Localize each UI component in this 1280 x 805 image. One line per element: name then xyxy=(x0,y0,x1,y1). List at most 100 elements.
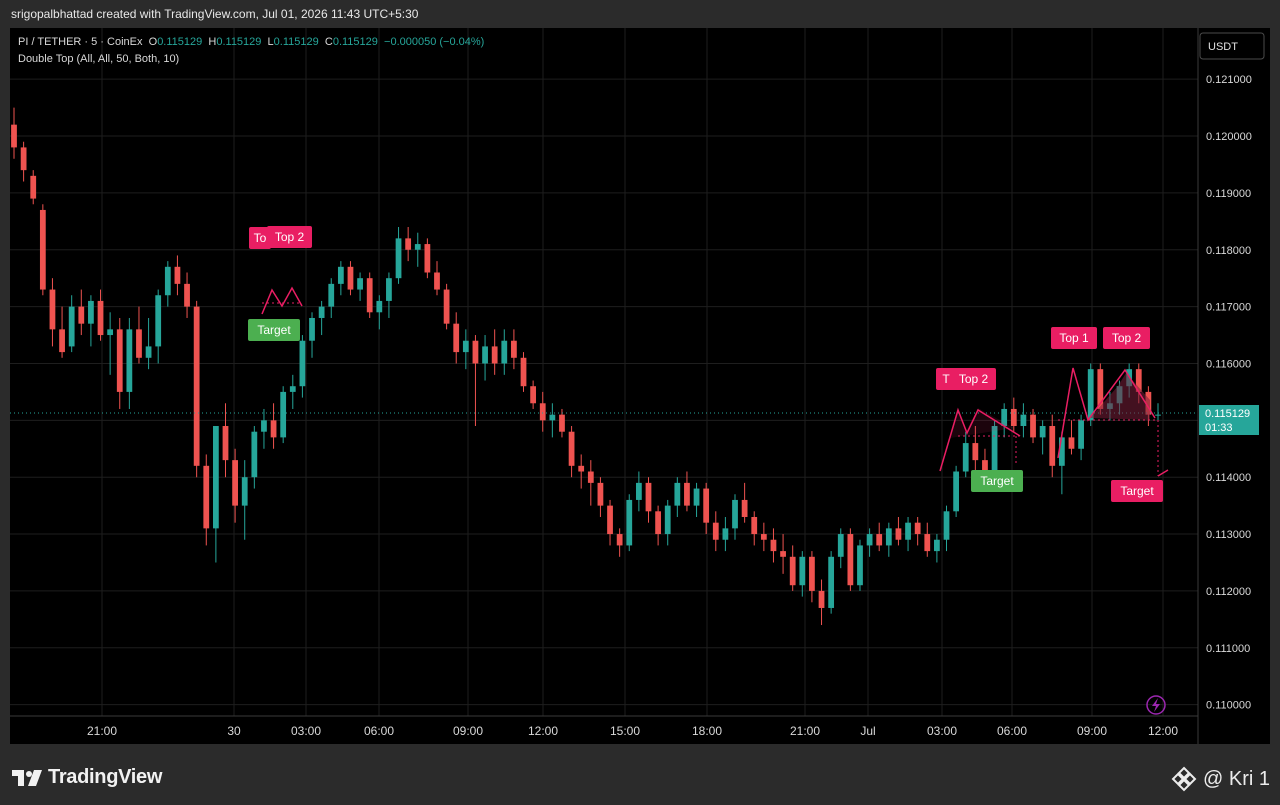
candle-body xyxy=(251,431,258,478)
candle-body xyxy=(1068,437,1075,449)
pattern-1-line xyxy=(261,286,303,315)
candle-body xyxy=(462,340,469,353)
open-label: O xyxy=(148,36,158,48)
candle-body xyxy=(1058,437,1065,466)
candle-body xyxy=(155,295,162,347)
candle-body xyxy=(434,272,440,290)
candle-body xyxy=(20,147,27,171)
candle-body xyxy=(395,238,402,279)
candle-body xyxy=(386,278,392,301)
price-tick-label: 0.116000 xyxy=(1206,358,1251,370)
candle-body xyxy=(857,545,863,586)
candle-body xyxy=(1155,414,1161,416)
pattern-2-target-label: Target xyxy=(980,474,1014,488)
price-tick-label: 0.110000 xyxy=(1206,700,1251,712)
candle-body xyxy=(626,499,633,546)
candle-body xyxy=(203,465,210,529)
candle-body xyxy=(270,420,277,438)
candle-body xyxy=(876,534,883,546)
attribution-bar: srigopalbhattad created with TradingView… xyxy=(0,0,1280,28)
pattern-2-top2-label: Top 2 xyxy=(959,372,989,386)
candle-body xyxy=(712,522,719,540)
last-price-countdown: 01:33 xyxy=(1205,422,1233,434)
candle-body xyxy=(366,278,373,313)
diamond-logo-icon xyxy=(1171,766,1197,792)
candle-body xyxy=(1010,408,1017,427)
candle-body xyxy=(693,488,700,506)
pattern-1-top1-label: To xyxy=(254,231,267,245)
candle-body xyxy=(1039,426,1046,438)
attribution-text: srigopalbhattad created with TradingView… xyxy=(11,7,419,21)
candle-body xyxy=(501,340,508,364)
close-value: 0.115129 xyxy=(332,36,378,48)
candle-body xyxy=(732,499,738,529)
time-tick-label: 30 xyxy=(227,724,241,738)
candle-body xyxy=(616,534,623,546)
time-tick-label: Jul xyxy=(860,724,875,738)
candle-body xyxy=(491,346,498,364)
candle-body xyxy=(549,414,556,421)
candle-body xyxy=(982,460,988,472)
candle-body xyxy=(847,534,854,586)
author-credit-text: @ Kri 1 xyxy=(1203,767,1270,790)
candle-body xyxy=(539,403,546,421)
price-tick-label: 0.111000 xyxy=(1206,643,1250,655)
candle-body xyxy=(789,556,796,586)
indicator-legend[interactable]: Double Top (All, All, 50, Both, 10) xyxy=(18,53,179,65)
candle-body xyxy=(885,528,892,546)
candle-body xyxy=(597,482,604,506)
candle-body xyxy=(655,511,661,535)
candle-body xyxy=(232,460,238,506)
candle-body xyxy=(59,329,65,353)
chart-frame[interactable]: 0.121000 0.120000 0.119000 0.118000 0.117000… xyxy=(10,28,1270,744)
currency-button[interactable]: USDT xyxy=(1208,41,1238,53)
pattern-3-target-label: Target xyxy=(1120,484,1154,498)
candle-body xyxy=(261,420,267,432)
last-price-value: 0.115129 xyxy=(1205,408,1250,420)
price-tick-label: 0.114000 xyxy=(1206,472,1251,484)
candle-body xyxy=(280,391,287,438)
candle-body xyxy=(328,283,335,307)
price-tick-label: 0.121000 xyxy=(1206,74,1252,86)
candle-body xyxy=(722,528,729,540)
candle-body xyxy=(962,443,969,472)
candle-body xyxy=(828,556,835,608)
candle-body xyxy=(991,426,998,472)
pattern-3-top2-label: Top 2 xyxy=(1112,331,1142,345)
pattern-1-top2-label: Top 2 xyxy=(275,230,305,244)
candle-body xyxy=(780,551,786,557)
lightning-bolt-icon xyxy=(1152,698,1160,712)
candle-body xyxy=(568,431,575,466)
author-credit: @ Kri 1 xyxy=(1171,766,1270,792)
close-label: C xyxy=(324,36,333,48)
time-tick-label: 15:00 xyxy=(610,724,640,738)
candle-body xyxy=(645,482,652,512)
open-value: 0.115129 xyxy=(157,36,203,48)
candle-body xyxy=(587,471,594,483)
candle-body xyxy=(68,306,75,347)
candle-body xyxy=(1078,420,1084,449)
candle-body xyxy=(222,426,229,461)
candle-body xyxy=(482,346,488,364)
price-tick-label: 0.112000 xyxy=(1206,586,1251,598)
time-tick-label: 12:00 xyxy=(528,724,558,738)
candle-body xyxy=(895,528,902,540)
candle-body xyxy=(424,244,431,273)
candle-body xyxy=(184,283,190,307)
time-tick-label: 06:00 xyxy=(364,724,394,738)
candle-body xyxy=(684,482,690,506)
time-tick-label: 09:00 xyxy=(1077,724,1107,738)
candle-body xyxy=(453,323,460,353)
candle-body xyxy=(126,329,133,392)
candle-body xyxy=(799,556,806,586)
candle-body xyxy=(837,534,844,557)
chart-svg[interactable]: 0.121000 0.120000 0.119000 0.118000 0.117000… xyxy=(10,28,1270,744)
candle-body xyxy=(635,482,642,500)
candle-body xyxy=(414,244,421,250)
candle-body xyxy=(914,522,921,535)
pattern-1-target-label: Target xyxy=(257,323,291,337)
candle-body xyxy=(1049,426,1056,466)
candle-body xyxy=(1020,414,1027,427)
price-tick-label: 0.119000 xyxy=(1206,188,1251,200)
candle-body xyxy=(78,306,85,324)
